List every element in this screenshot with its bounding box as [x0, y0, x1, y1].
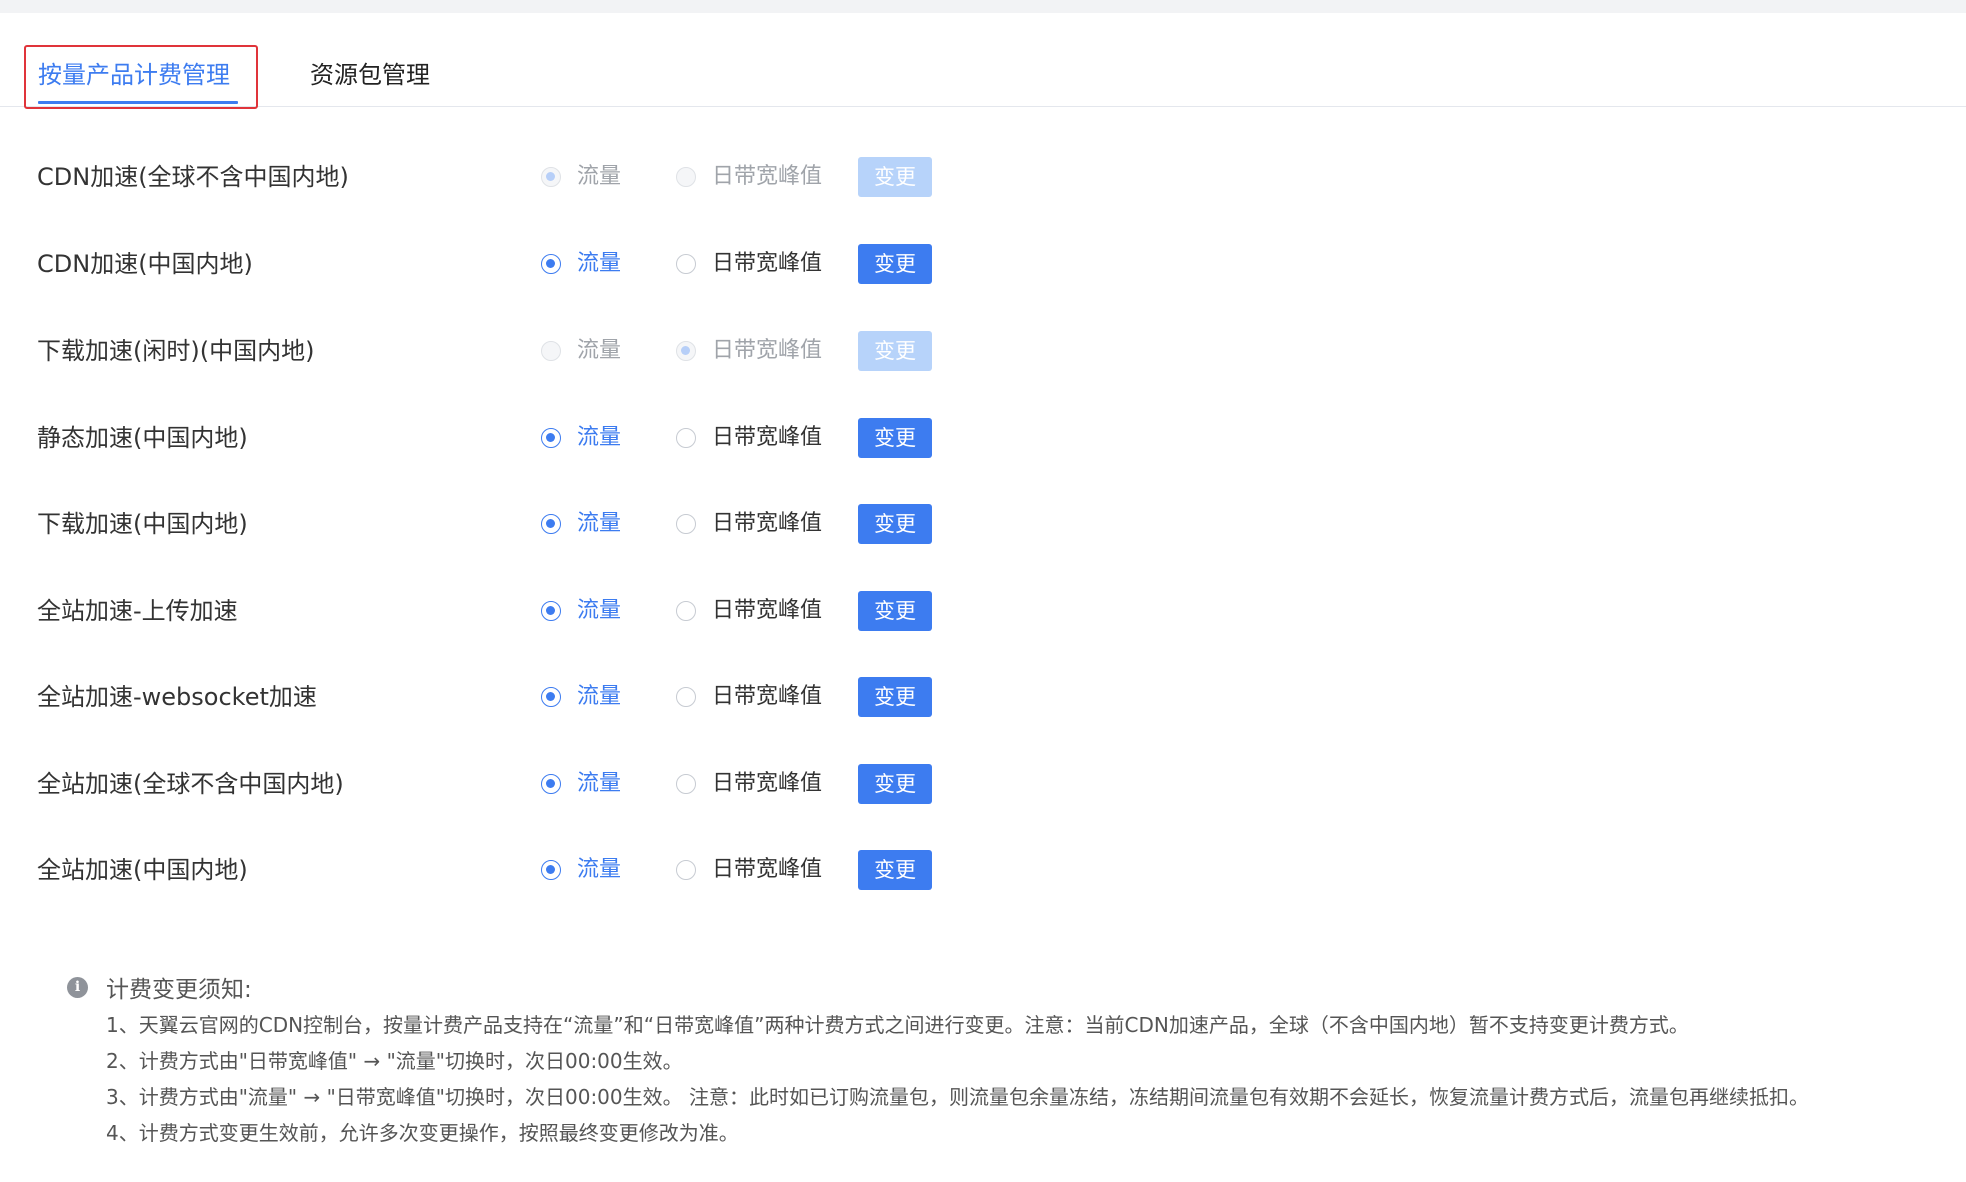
radio-button-icon — [541, 860, 561, 880]
info-icon: i — [67, 977, 88, 998]
notice-title: 计费变更须知: — [106, 977, 252, 1003]
billing-row: 静态加速(中国内地) 流量 日带宽峰值 变更 — [0, 416, 1000, 460]
radio-button-icon — [676, 601, 696, 621]
billing-row: 下载加速(中国内地) 流量 日带宽峰值 变更 — [0, 502, 1000, 546]
radio-button-icon — [541, 341, 561, 361]
billing-row: 全站加速(中国内地) 流量 日带宽峰值 变更 — [0, 848, 1000, 892]
change-button[interactable]: 变更 — [858, 764, 932, 804]
radio-button-icon — [541, 514, 561, 534]
radio-button-icon — [541, 687, 561, 707]
change-button[interactable]: 变更 — [858, 850, 932, 890]
product-name: CDN加速(全球不含中国内地) — [37, 163, 349, 191]
radio-bandwidth-label: 日带宽峰值 — [712, 164, 823, 189]
product-name: 下载加速(中国内地) — [37, 510, 248, 538]
radio-button-icon — [676, 254, 696, 274]
notice-line-4: 4、计费方式变更生效前，允许多次变更操作，按照最终变更修改为准。 — [106, 1121, 739, 1145]
change-button[interactable]: 变更 — [858, 244, 932, 284]
product-name: 全站加速(全球不含中国内地) — [37, 770, 344, 798]
billing-row: CDN加速(中国内地) 流量 日带宽峰值 变更 — [0, 242, 1000, 286]
product-name: 全站加速-websocket加速 — [37, 683, 317, 711]
tab-active-underline — [38, 101, 238, 104]
radio-bandwidth-label: 日带宽峰值 — [712, 857, 823, 882]
radio-button-icon — [541, 167, 561, 187]
notice-line-3: 3、计费方式由"流量" → "日带宽峰值"切换时，次日00:00生效。 注意：此… — [106, 1085, 1809, 1109]
change-button: 变更 — [858, 157, 932, 197]
change-button[interactable]: 变更 — [858, 677, 932, 717]
radio-bandwidth-label: 日带宽峰值 — [712, 771, 823, 796]
radio-button-icon — [676, 774, 696, 794]
radio-button-icon — [541, 601, 561, 621]
radio-button-icon — [676, 167, 696, 187]
radio-button-icon — [676, 341, 696, 361]
radio-bandwidth-label: 日带宽峰值 — [712, 251, 823, 276]
radio-button-icon — [541, 774, 561, 794]
radio-button-icon — [541, 254, 561, 274]
tab-resource-package[interactable]: 资源包管理 — [310, 45, 430, 105]
radio-bandwidth-label: 日带宽峰值 — [712, 338, 823, 363]
radio-bandwidth-label: 日带宽峰值 — [712, 511, 823, 536]
radio-flow-label: 流量 — [577, 857, 622, 882]
radio-button-icon — [676, 860, 696, 880]
product-name: 静态加速(中国内地) — [37, 424, 248, 452]
radio-bandwidth-label: 日带宽峰值 — [712, 425, 823, 450]
tab-usage-billing[interactable]: 按量产品计费管理 — [24, 45, 258, 109]
radio-flow-label: 流量 — [577, 338, 622, 363]
radio-flow-label: 流量 — [577, 598, 622, 623]
radio-flow-label: 流量 — [577, 164, 622, 189]
radio-button-icon — [541, 428, 561, 448]
tab-usage-billing-label: 按量产品计费管理 — [38, 61, 230, 89]
billing-row: CDN加速(全球不含中国内地) 流量 日带宽峰值 变更 — [0, 155, 1000, 199]
product-name: 下载加速(闲时)(中国内地) — [37, 337, 315, 365]
product-name: CDN加速(中国内地) — [37, 250, 253, 278]
change-button[interactable]: 变更 — [858, 418, 932, 458]
radio-flow-label: 流量 — [577, 425, 622, 450]
radio-bandwidth-label: 日带宽峰值 — [712, 684, 823, 709]
billing-row: 全站加速-websocket加速 流量 日带宽峰值 变更 — [0, 675, 1000, 719]
radio-button-icon — [676, 514, 696, 534]
notice-line-2: 2、计费方式由"日带宽峰值" → "流量"切换时，次日00:00生效。 — [106, 1049, 683, 1073]
top-strip — [0, 0, 1966, 13]
radio-bandwidth-label: 日带宽峰值 — [712, 598, 823, 623]
change-button: 变更 — [858, 331, 932, 371]
change-button[interactable]: 变更 — [858, 591, 932, 631]
radio-button-icon — [676, 428, 696, 448]
tab-bar: 按量产品计费管理 资源包管理 — [0, 13, 1966, 109]
change-button[interactable]: 变更 — [858, 504, 932, 544]
radio-button-icon — [676, 687, 696, 707]
product-name: 全站加速-上传加速 — [37, 597, 238, 625]
radio-flow-label: 流量 — [577, 511, 622, 536]
billing-row: 全站加速(全球不含中国内地) 流量 日带宽峰值 变更 — [0, 762, 1000, 806]
radio-flow-label: 流量 — [577, 684, 622, 709]
billing-row: 下载加速(闲时)(中国内地) 流量 日带宽峰值 变更 — [0, 329, 1000, 373]
notice-line-1: 1、天翼云官网的CDN控制台，按量计费产品支持在“流量”和“日带宽峰值”两种计费… — [106, 1013, 1689, 1037]
billing-row: 全站加速-上传加速 流量 日带宽峰值 变更 — [0, 589, 1000, 633]
product-name: 全站加速(中国内地) — [37, 856, 248, 884]
radio-flow-label: 流量 — [577, 251, 622, 276]
radio-flow-label: 流量 — [577, 771, 622, 796]
